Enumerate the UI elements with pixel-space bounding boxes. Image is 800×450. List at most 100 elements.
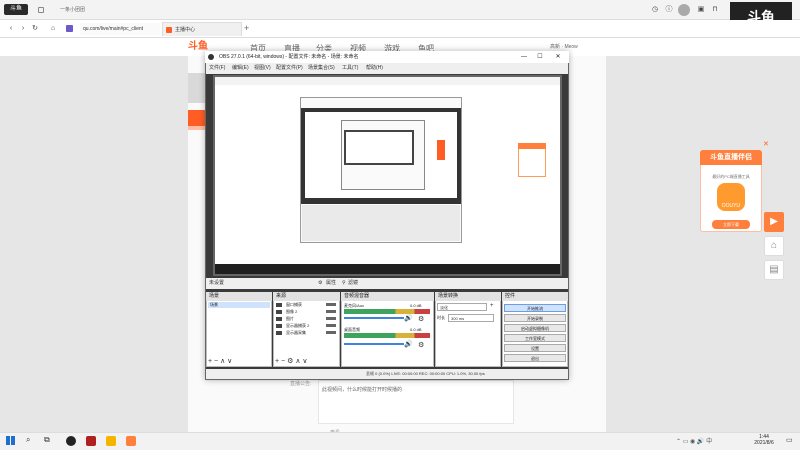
forward-arrow-icon[interactable]: › [18, 24, 28, 34]
mixer-dock-title: 音频混音器 [341, 292, 434, 301]
url-input[interactable]: qu.com/live/main#pc_client [80, 23, 160, 35]
menu-file[interactable]: 文件(F) [209, 63, 225, 74]
source-item[interactable]: 窗口捕获 [286, 302, 302, 308]
start-recording-button[interactable]: 开始录制 [504, 314, 566, 322]
menu-tools[interactable]: 工具(T) [342, 63, 358, 74]
menu-help[interactable]: 帮助(H) [366, 63, 383, 74]
browser-logo[interactable]: 斗鱼 [4, 4, 28, 15]
history-icon[interactable]: ◷ [650, 5, 660, 15]
info-icon[interactable]: ⓘ [664, 5, 674, 15]
filters-button[interactable]: 滤镜 [348, 278, 358, 289]
obs-titlebar: OBS 27.0.1 (64-bit, windows) - 配置文件: 未命名… [205, 51, 569, 63]
back-arrow-icon[interactable]: ‹ [6, 24, 16, 34]
volume-slider[interactable] [344, 317, 404, 319]
source-item[interactable]: 图片 [286, 316, 294, 322]
close-icon[interactable]: ✕ [763, 141, 771, 149]
filter-icon[interactable]: ⚲ [342, 278, 346, 289]
volume-meter [344, 333, 430, 338]
refresh-icon[interactable]: ↻ [30, 24, 40, 34]
tab-active[interactable]: 主播中心 [162, 22, 242, 36]
home-side-icon[interactable]: ⌂ [764, 236, 784, 256]
obs-logo-icon [208, 54, 214, 60]
scene-item[interactable]: 场景 [208, 302, 270, 308]
visibility-lock-icons[interactable] [326, 303, 336, 335]
mixer-track-db: 0.0 dB [410, 327, 422, 332]
down-icon[interactable]: ∨ [227, 358, 232, 365]
ad-download-button[interactable]: 立即下载 [712, 220, 750, 229]
transition-select[interactable]: 淡化 [437, 303, 487, 311]
remove-icon[interactable]: − [214, 358, 218, 365]
settings-button[interactable]: 设置 [504, 344, 566, 352]
nested-ad-title [518, 143, 546, 149]
obs-status-text: 丢帧 0 (0.0%) LIVE: 00:00:00 REC: 00:00:00… [366, 371, 485, 376]
source-item[interactable]: 图像 2 [286, 309, 297, 315]
source-controls: + − ⚙ ∧ ∨ [275, 357, 308, 366]
obs-menu-bar: 文件(F) 编辑(E) 视图(V) 配置文件(P) 场景集合(S) 工具(T) … [206, 63, 568, 74]
exit-button[interactable]: 退出 [504, 354, 566, 362]
shirt-icon[interactable]: ⊓ [710, 5, 720, 15]
task-view-icon[interactable]: ⧉ [44, 435, 50, 445]
sidebar-block [188, 73, 206, 103]
bag-icon[interactable]: ▣ [696, 5, 706, 15]
user-name[interactable]: 高新 · Meow [550, 43, 578, 50]
speaker-icon[interactable]: 🔊 [404, 314, 413, 322]
menu-edit[interactable]: 编辑(E) [232, 63, 249, 74]
clock[interactable]: 1:44 2021/8/6 [752, 434, 776, 446]
search-icon[interactable]: ⌕ [26, 435, 30, 445]
douyu-favicon-icon [166, 27, 172, 33]
tray-icons[interactable]: ⌃ ▭ ◉ 🔊 中 [676, 436, 712, 445]
source-settings-icon[interactable]: ⚙ [287, 358, 293, 365]
announcement-label: 直播公告: [290, 381, 312, 387]
sources-dock-title: 来源 [273, 292, 340, 301]
clock-date: 2021/8/6 [754, 440, 774, 446]
add-transition-icon[interactable]: + [490, 303, 494, 309]
mixer-gear-icon[interactable]: ⚙ [418, 315, 424, 323]
preview-browser-header [215, 77, 560, 85]
minimize-icon[interactable]: — [516, 51, 532, 63]
menu-scene-collection[interactable]: 场景集合(S) [308, 63, 335, 74]
duration-input[interactable]: 300 ms [448, 314, 494, 322]
speaker-icon[interactable]: 🔊 [404, 340, 413, 348]
obs-status-bar: 丢帧 0 (0.0%) LIVE: 00:00:00 REC: 00:00:00… [206, 369, 568, 379]
menu-view[interactable]: 视图(V) [254, 63, 271, 74]
avatar[interactable] [678, 4, 690, 16]
duration-label: 时长 [437, 315, 445, 320]
source-up-icon[interactable]: ∧ [295, 358, 300, 365]
add-source-icon[interactable]: + [275, 358, 279, 365]
folder-taskbar-icon[interactable] [106, 436, 116, 446]
mixer-track-name: 麦克风/Aux [344, 303, 365, 308]
volume-slider[interactable] [344, 343, 404, 345]
studio-mode-button[interactable]: 工作室模式 [504, 334, 566, 342]
source-down-icon[interactable]: ∨ [302, 358, 307, 365]
maximize-icon[interactable]: ☐ [532, 51, 548, 63]
obs-taskbar-icon[interactable] [66, 436, 76, 446]
virtual-camera-button[interactable]: 启动虚拟摄像机 [504, 324, 566, 332]
ad-subtitle: 最好的PC端直播工具 [712, 174, 750, 179]
new-tab-button[interactable]: + [244, 23, 254, 35]
notification-icon[interactable]: ▭ [786, 436, 793, 444]
play-icon[interactable]: ▶ [764, 212, 784, 232]
obs-source-status: 未设置 ⚙ 属性 ⚲ 滤镜 [206, 278, 568, 289]
add-icon[interactable]: + [208, 358, 212, 365]
up-icon[interactable]: ∧ [220, 358, 225, 365]
gear-icon[interactable]: ⚙ [318, 278, 322, 289]
close-window-icon[interactable]: ✕ [550, 51, 566, 63]
source-item[interactable]: 显示器采集 [286, 330, 306, 336]
properties-button[interactable]: 属性 [326, 278, 336, 289]
mixer-gear-icon[interactable]: ⚙ [418, 341, 424, 349]
douyu-taskbar-icon[interactable] [126, 436, 136, 446]
menu-profile[interactable]: 配置文件(P) [276, 63, 303, 74]
app-side-icon[interactable]: ▤ [764, 260, 784, 280]
source-item[interactable]: 显示器捕获 2 [286, 323, 309, 329]
mixer-track-db: 0.0 dB [410, 303, 422, 308]
sidebar-item-active[interactable] [188, 110, 206, 126]
ad-title: 斗鱼直播伴侣 [700, 150, 762, 165]
recent-tab-label[interactable]: 一条小团团 [60, 6, 85, 13]
home-icon[interactable]: ⌂ [48, 24, 58, 34]
remove-source-icon[interactable]: − [281, 358, 285, 365]
start-streaming-button[interactable]: 开始推流 [504, 304, 566, 312]
volume-meter [344, 309, 430, 314]
app-taskbar-icon[interactable] [86, 436, 96, 446]
back-icon[interactable] [38, 7, 44, 13]
windows-start-icon[interactable] [6, 436, 15, 445]
